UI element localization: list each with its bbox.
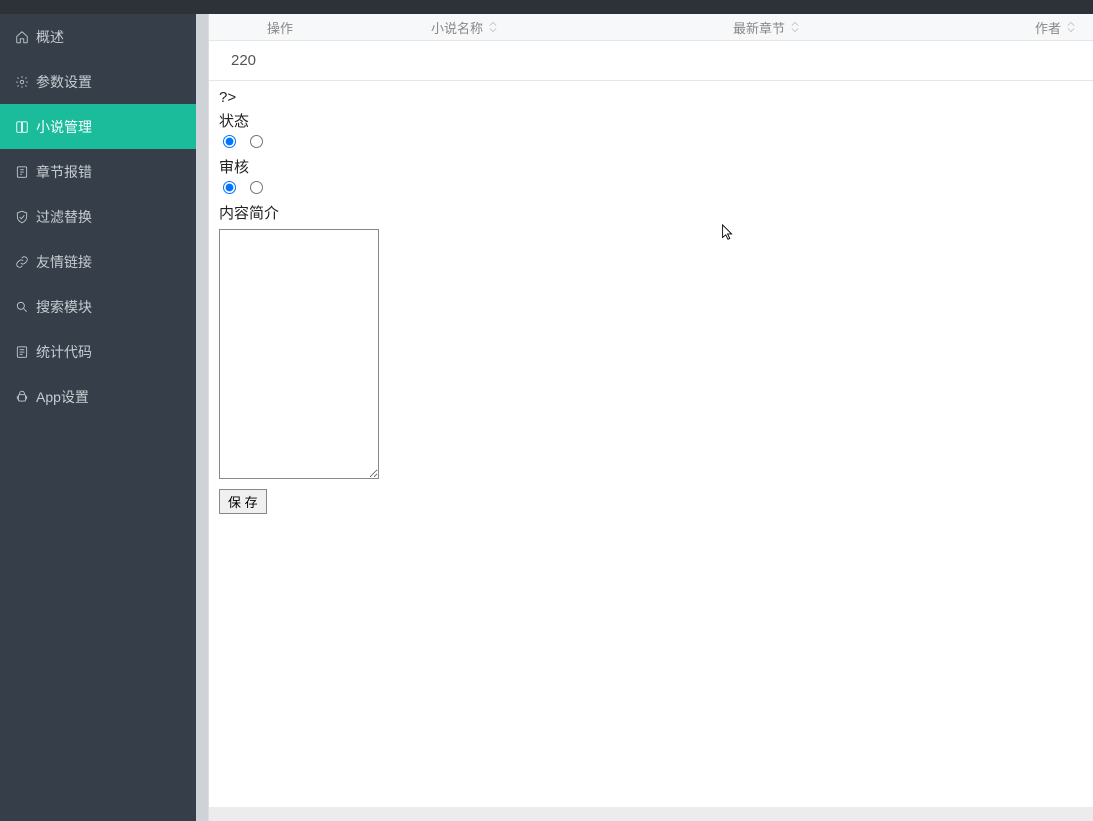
column-label: 最新章节 [733, 18, 785, 37]
column-label: 小说名称 [431, 18, 483, 37]
table-header: 操作 小说名称 最新章节 作者 [209, 14, 1093, 41]
table-row-number: 220 [209, 41, 1093, 81]
sidebar-item-filter-replace[interactable]: 过滤替换 [0, 194, 196, 239]
app-layout: 概述 参数设置 小说管理 章节报错 过滤替换 [0, 14, 1093, 821]
android-icon [14, 390, 30, 404]
audit-radio-2[interactable] [250, 181, 263, 194]
sidebar-item-label: 统计代码 [36, 342, 92, 362]
sort-icon [1067, 21, 1075, 33]
sidebar-item-label: 章节报错 [36, 162, 92, 182]
synopsis-label: 内容简介 [219, 202, 1083, 223]
column-latest-chapter[interactable]: 最新章节 [733, 14, 799, 40]
sidebar-item-label: 小说管理 [36, 117, 92, 137]
column-label: 操作 [267, 18, 293, 37]
column-label: 作者 [1035, 18, 1061, 37]
sidebar-item-friend-links[interactable]: 友情链接 [0, 239, 196, 284]
sidebar-item-overview[interactable]: 概述 [0, 14, 196, 59]
sort-icon [489, 21, 497, 33]
topbar [0, 0, 1093, 14]
sort-icon [791, 21, 799, 33]
row-number-value: 220 [231, 52, 256, 69]
audit-radio-1[interactable] [223, 181, 236, 194]
sidebar-item-search-module[interactable]: 搜索模块 [0, 284, 196, 329]
status-radio-2[interactable] [250, 135, 263, 148]
alert-icon [14, 165, 30, 179]
status-radio-1[interactable] [223, 135, 236, 148]
sidebar-item-novels[interactable]: 小说管理 [0, 104, 196, 149]
edit-form: ?> 状态 审核 内容简介 保 存 [209, 81, 1093, 522]
raw-output: ?> [219, 89, 1083, 106]
home-icon [14, 30, 30, 44]
main-panel: 操作 小说名称 最新章节 作者 [208, 14, 1093, 821]
sidebar-item-label: 概述 [36, 27, 64, 47]
sidebar-item-label: 参数设置 [36, 72, 92, 92]
sidebar: 概述 参数设置 小说管理 章节报错 过滤替换 [0, 14, 196, 821]
sidebar-item-label: 过滤替换 [36, 207, 92, 227]
column-name[interactable]: 小说名称 [431, 14, 497, 40]
status-radio-group [223, 135, 1083, 152]
book-icon [14, 120, 30, 134]
link-icon [14, 255, 30, 269]
bottom-scrollbar[interactable] [209, 807, 1093, 821]
sidebar-item-chapter-errors[interactable]: 章节报错 [0, 149, 196, 194]
sidebar-item-settings[interactable]: 参数设置 [0, 59, 196, 104]
search-icon [14, 300, 30, 314]
gear-icon [14, 75, 30, 89]
sidebar-item-app-settings[interactable]: App设置 [0, 374, 196, 419]
column-ops[interactable]: 操作 [267, 14, 293, 40]
status-label: 状态 [219, 110, 1083, 131]
column-author[interactable]: 作者 [1035, 14, 1075, 40]
chart-icon [14, 345, 30, 359]
sidebar-item-analytics-code[interactable]: 统计代码 [0, 329, 196, 374]
gutter [196, 14, 208, 821]
sidebar-item-label: 搜索模块 [36, 297, 92, 317]
audit-label: 审核 [219, 156, 1083, 177]
sidebar-item-label: App设置 [36, 387, 89, 407]
synopsis-textarea[interactable] [219, 229, 379, 479]
shield-icon [14, 210, 30, 224]
audit-radio-group [223, 181, 1083, 198]
sidebar-item-label: 友情链接 [36, 252, 92, 272]
save-button[interactable]: 保 存 [219, 489, 267, 514]
